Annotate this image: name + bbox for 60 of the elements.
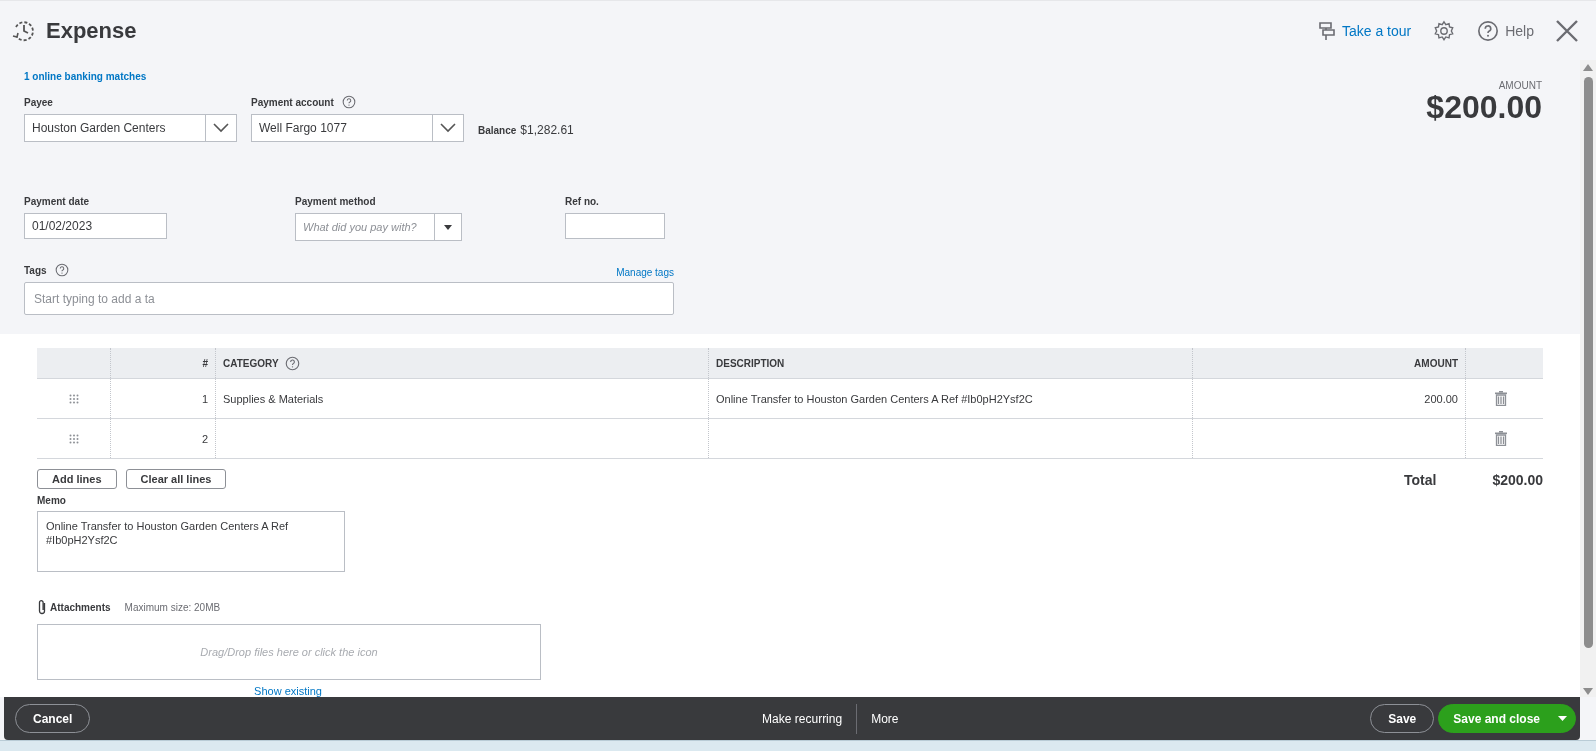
column-header: DESCRIPTION	[716, 357, 785, 369]
memo-field[interactable]: Online Transfer to Houston Garden Centers A Ref #Ib0pH2Ysf2C	[37, 511, 345, 572]
field-label: Payee	[24, 96, 53, 108]
line-button[interactable]: Clear all lines	[125, 469, 227, 489]
field-label: Payment account	[251, 96, 334, 108]
scrollbar-thumb[interactable]	[1583, 77, 1593, 648]
make-recurring-link[interactable]: Make recurring	[748, 711, 857, 726]
trash-icon[interactable]	[1494, 431, 1507, 446]
line-number: 2	[110, 419, 215, 458]
description-cell[interactable]: Online Transfer to Houston Garden Centers A Ref #Ib0pH2Ysf2C	[708, 379, 1192, 418]
help-icon[interactable]	[341, 95, 356, 109]
help-icon[interactable]	[284, 355, 300, 371]
trash-icon[interactable]	[1494, 391, 1507, 406]
window-title: Expense	[46, 17, 138, 44]
more-link[interactable]: More	[857, 711, 913, 726]
field-label: Payment date	[24, 195, 90, 207]
caret-icon	[444, 224, 452, 230]
line-button[interactable]: Add lines	[37, 469, 117, 489]
line-number: 1	[110, 379, 215, 418]
ref-no-field[interactable]	[565, 213, 665, 239]
paperclip-icon[interactable]	[37, 599, 47, 615]
memo-label: Memo	[37, 495, 67, 506]
column-header: #	[202, 357, 208, 369]
field-label: Tags	[24, 264, 47, 276]
payment-account-dropdown[interactable]: Well Fargo 1077	[251, 114, 464, 142]
max-size-note: Maximum size: 20MB	[124, 601, 221, 613]
grip-icon[interactable]	[68, 433, 79, 444]
attachments-label: Attachments	[50, 601, 111, 613]
amount-value: $200.00	[1426, 89, 1542, 126]
balance-label: Balance	[478, 125, 517, 136]
grip-icon[interactable]	[68, 393, 79, 404]
payment-date-field[interactable]: 01/02/2023	[24, 213, 167, 239]
banking-matches-link[interactable]: 1 online banking matches	[24, 71, 147, 82]
column-header: AMOUNT	[1414, 357, 1458, 369]
show-existing-link[interactable]: Show existing	[254, 685, 322, 697]
help-link[interactable]: Help	[1477, 19, 1534, 42]
balance-value: $1,282.61	[520, 123, 574, 137]
chevron-down-icon	[440, 123, 456, 133]
payee-dropdown[interactable]: Houston Garden Centers	[24, 114, 237, 142]
settings-icon[interactable]	[1433, 19, 1456, 42]
signpost-icon	[1317, 20, 1336, 41]
scrollbar[interactable]	[1580, 60, 1596, 697]
take-tour-link[interactable]: Take a tour	[1317, 20, 1412, 41]
scroll-up-icon[interactable]	[1583, 64, 1593, 71]
total-label: Total	[1404, 472, 1437, 488]
scroll-down-icon[interactable]	[1583, 688, 1593, 695]
close-icon[interactable]	[1556, 19, 1578, 42]
total-value: $200.00	[1492, 472, 1543, 488]
help-icon[interactable]	[54, 263, 69, 277]
column-header: CATEGORY	[223, 357, 279, 369]
help-icon[interactable]	[1477, 19, 1500, 42]
clock-icon	[12, 18, 36, 43]
field-label: Ref no.	[565, 195, 599, 207]
category-cell[interactable]: Supplies & Materials	[215, 379, 708, 418]
field-label: Payment method	[295, 195, 376, 207]
manage-tags-link[interactable]: Manage tags	[616, 267, 674, 278]
caret-icon	[1558, 716, 1567, 721]
amount-label: AMOUNT	[1497, 80, 1542, 91]
amount-cell[interactable]: 200.00	[1192, 379, 1465, 418]
chevron-down-icon	[213, 123, 229, 133]
